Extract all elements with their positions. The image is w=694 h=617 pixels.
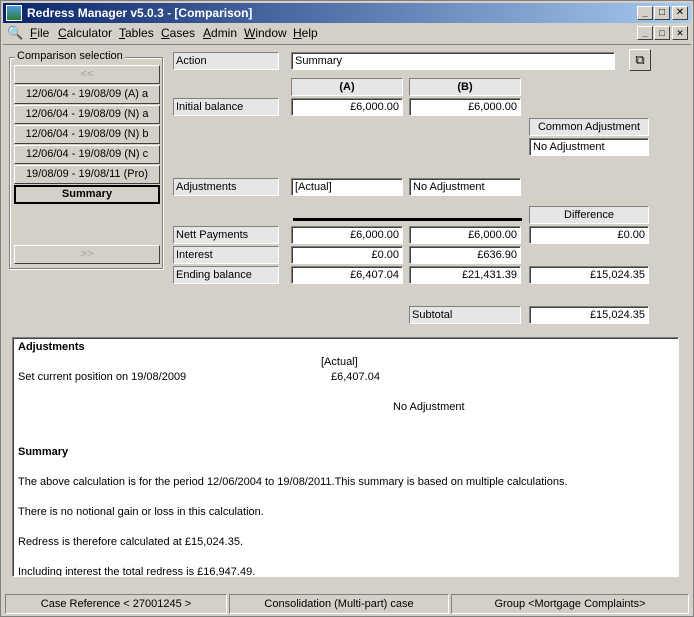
windows-toggle-icon[interactable]: ⧉ <box>629 49 651 71</box>
initial-balance-label: Initial balance <box>173 98 279 116</box>
interest-a[interactable]: £0.00 <box>291 246 403 264</box>
comparison-selection-label: Comparison selection <box>15 50 125 62</box>
app-window: Redress Manager v5.0.3 - [Comparison] _ … <box>0 0 694 617</box>
subtotal-field[interactable]: £15,024.35 <box>529 306 649 324</box>
search-document-icon[interactable]: 🔍 <box>7 25 23 41</box>
menu-window[interactable]: Window <box>244 26 287 40</box>
prev-button[interactable]: << <box>14 65 160 84</box>
menu-bar: 🔍 File Calculator Tables Cases Admin Win… <box>3 24 691 43</box>
nett-payments-difference[interactable]: £0.00 <box>529 226 649 244</box>
menu-admin[interactable]: Admin <box>203 26 237 40</box>
subtotal-label: Subtotal <box>409 306 521 324</box>
report-line-1: The above calculation is for the period … <box>18 476 568 488</box>
child-close-button[interactable]: ✕ <box>672 26 688 40</box>
next-button[interactable]: >> <box>14 245 160 264</box>
child-restore-button[interactable]: □ <box>654 26 670 40</box>
child-minimize-button[interactable]: _ <box>637 26 653 40</box>
ending-balance-b[interactable]: £21,431.39 <box>409 266 521 284</box>
summary-report-panel[interactable]: Adjustments [Actual] Set current positio… <box>12 337 679 577</box>
column-b-header: (B) <box>409 78 521 96</box>
common-adjustment-field[interactable]: No Adjustment <box>529 138 649 156</box>
report-line-4: Including interest the total redress is … <box>18 566 256 577</box>
nett-payments-b[interactable]: £6,000.00 <box>409 226 521 244</box>
nett-payments-label: Nett Payments <box>173 226 279 244</box>
menu-tables[interactable]: Tables <box>119 26 154 40</box>
menu-file[interactable]: File <box>30 26 49 40</box>
selection-item-2[interactable]: 12/06/04 - 19/08/09 (N) a <box>14 105 160 124</box>
initial-balance-a[interactable]: £6,000.00 <box>291 98 403 116</box>
ending-balance-a[interactable]: £6,407.04 <box>291 266 403 284</box>
adjustments-b[interactable]: No Adjustment <box>409 178 521 196</box>
adjustments-a[interactable]: [Actual] <box>291 178 403 196</box>
report-summary-heading: Summary <box>18 446 69 458</box>
selection-item-5[interactable]: 19/08/09 - 19/08/11 (Pro) <box>14 165 160 184</box>
action-field[interactable]: Summary <box>291 52 615 70</box>
selection-item-summary[interactable]: Summary <box>14 185 160 204</box>
ending-balance-label: Ending balance <box>173 266 279 284</box>
interest-b[interactable]: £636.90 <box>409 246 521 264</box>
selection-item-4[interactable]: 12/06/04 - 19/08/09 (N) c <box>14 145 160 164</box>
title-bar[interactable]: Redress Manager v5.0.3 - [Comparison] _ … <box>3 3 691 23</box>
common-adjustment-header: Common Adjustment <box>529 118 649 136</box>
report-adjustments-heading: Adjustments <box>18 341 85 353</box>
maximize-button[interactable]: □ <box>654 6 670 20</box>
action-label: Action <box>173 52 279 70</box>
status-consolidation: Consolidation (Multi-part) case <box>229 594 449 614</box>
interest-label: Interest <box>173 246 279 264</box>
report-set-position: Set current position on 19/08/2009 <box>18 371 187 383</box>
report-no-adjustment: No Adjustment <box>393 401 465 413</box>
menu-help[interactable]: Help <box>293 26 318 40</box>
column-a-header: (A) <box>291 78 403 96</box>
adjustments-label: Adjustments <box>173 178 279 196</box>
report-set-position-value: £6,407.04 <box>331 371 380 383</box>
window-title: Redress Manager v5.0.3 - [Comparison] <box>27 6 253 20</box>
selection-item-3[interactable]: 12/06/04 - 19/08/09 (N) b <box>14 125 160 144</box>
menu-cases[interactable]: Cases <box>161 26 195 40</box>
menu-calculator[interactable]: Calculator <box>58 26 112 40</box>
report-actual-label: [Actual] <box>321 356 358 368</box>
nett-payments-a[interactable]: £6,000.00 <box>291 226 403 244</box>
report-line-3: Redress is therefore calculated at £15,0… <box>18 536 244 548</box>
status-group: Group <Mortgage Complaints> <box>451 594 689 614</box>
difference-header: Difference <box>529 206 649 224</box>
ending-balance-difference[interactable]: £15,024.35 <box>529 266 649 284</box>
close-button[interactable]: ✕ <box>672 6 688 20</box>
status-case-reference: Case Reference < 27001245 > <box>5 594 227 614</box>
divider-line <box>293 218 522 221</box>
report-line-2: There is no notional gain or loss in thi… <box>18 506 264 518</box>
app-icon <box>6 5 22 21</box>
initial-balance-b[interactable]: £6,000.00 <box>409 98 521 116</box>
minimize-button[interactable]: _ <box>637 6 653 20</box>
selection-item-1[interactable]: 12/06/04 - 19/08/09 (A) a <box>14 85 160 104</box>
